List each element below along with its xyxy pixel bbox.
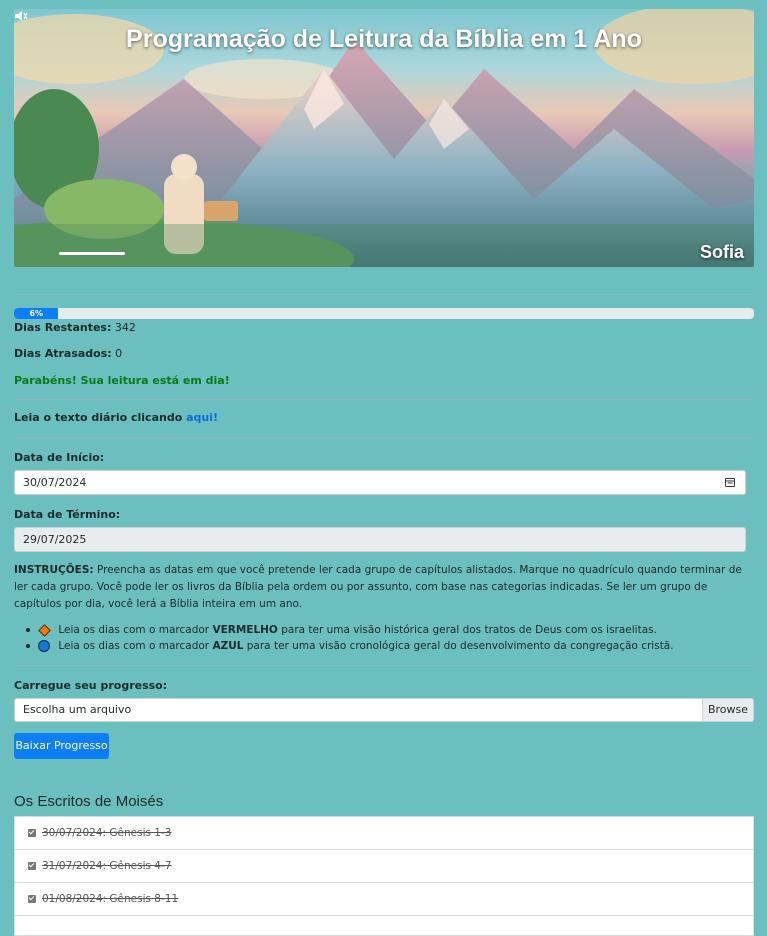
days-remaining-label: Dias Restantes: [14,321,112,334]
audio-volume-slider[interactable] [59,252,125,255]
legend-blue-pre: Leia os dias com o marcador [58,640,210,652]
days-late-label: Dias Atrasados: [14,347,112,360]
divider [14,437,754,438]
file-input-placeholder: Escolha um arquivo [23,703,132,716]
legend-red-word: VERMELHO [212,624,278,636]
instructions-heading: INSTRUÇÕES: [14,564,94,576]
status-message: Parabéns! Sua leitura está em dia! [14,374,230,387]
banner: Programação de Leitura da Bíblia em 1 An… [14,9,754,267]
progress-bar-fill: 6% [14,308,59,319]
bullet [26,628,30,632]
legend-blue-word: AZUL [212,640,244,652]
list-item-text: 01/08/2024: Gênesis 8-11 [42,893,179,905]
instructions-body: Preencha as datas em que você pretende l… [14,564,742,610]
legend-red: Leia os dias com o marcador VERMELHO par… [26,623,657,637]
speaker-icon[interactable] [14,9,28,23]
divider [14,294,754,295]
legend-red-post: para ter uma visão histórica geral dos t… [281,624,657,636]
list-item-text: 30/07/2024: Gênesis 1-3 [42,827,172,839]
list-item: 01/08/2024: Gênesis 8-11 [15,883,753,916]
days-remaining: Dias Restantes: 342 [14,321,136,334]
start-date-input[interactable]: 30/07/2024 [14,470,746,495]
list-item-text: 31/07/2024: Gênesis 4-7 [42,860,172,872]
days-remaining-value: 342 [114,321,136,334]
daily-text-link[interactable]: aqui! [186,411,218,424]
file-input[interactable]: Escolha um arquivo Browse [14,698,754,722]
days-late: Dias Atrasados: 0 [14,347,122,360]
legend-blue-post: para ter uma visão cronológica geral do … [246,640,674,652]
page-title: Programação de Leitura da Bíblia em 1 An… [126,25,642,53]
reading-list: 30/07/2024: Gênesis 1-3 31/07/2024: Gêne… [14,816,754,936]
progress-bar: 6% [14,308,754,319]
download-progress-button[interactable]: Baixar Progresso [14,733,109,759]
browse-button[interactable]: Browse [702,699,753,721]
start-date-label: Data de Início: [14,451,105,464]
end-date-value: 29/07/2025 [23,533,87,546]
end-date-input: 29/07/2025 [14,527,746,552]
list-item: 30/07/2024: Gênesis 1-3 [15,817,753,850]
blue-marker-icon [38,640,50,652]
daily-text-label: Leia o texto diário clicando [14,411,183,424]
instructions: INSTRUÇÕES: Preencha as datas em que voc… [14,562,754,613]
divider [14,665,754,666]
legend-blue: Leia os dias com o marcador AZUL para te… [26,640,674,652]
bullet [26,644,30,648]
days-late-value: 0 [115,347,123,360]
user-name: Sofia [699,242,744,262]
divider [14,399,754,400]
end-date-label: Data de Término: [14,508,121,521]
checkbox[interactable] [28,862,36,870]
checkbox[interactable] [28,895,36,903]
upload-label: Carregue seu progresso: [14,679,168,692]
list-item: 31/07/2024: Gênesis 4-7 [15,850,753,883]
daily-text: Leia o texto diário clicando aqui! [14,411,218,424]
legend-red-pre: Leia os dias com o marcador [58,624,210,636]
calendar-icon[interactable] [725,477,735,487]
red-marker-icon [38,623,51,637]
section-title: Os Escritos de Moisés [14,793,164,810]
checkbox[interactable] [28,829,36,837]
start-date-value: 30/07/2024 [23,476,87,489]
